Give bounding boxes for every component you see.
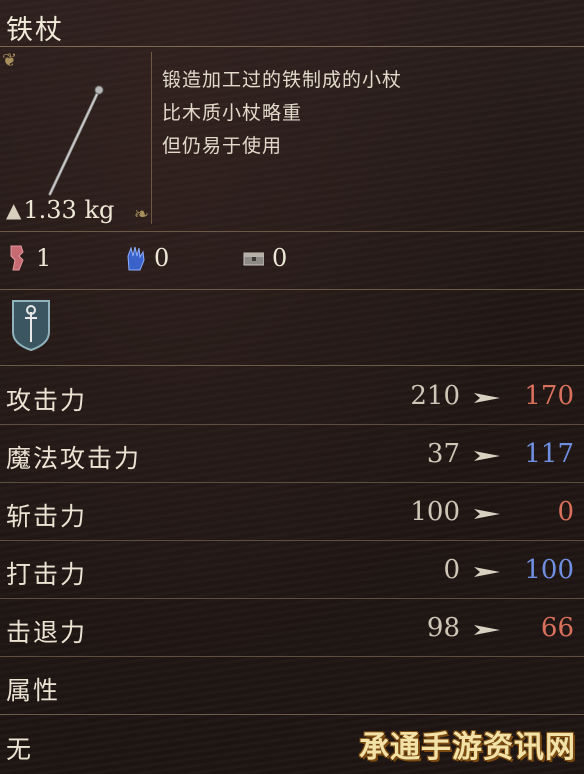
stat-current-value: 100 — [410, 497, 460, 527]
requirement-value: 1 — [36, 244, 52, 272]
attribute-heading: 属性 — [6, 676, 61, 705]
stat-new-value: 117 — [524, 439, 574, 469]
arrow-icon — [474, 567, 500, 577]
weight-readout: ▲ 1.33 kg — [6, 196, 114, 224]
stat-new-value: 0 — [557, 497, 574, 527]
stat-current-value: 98 — [426, 613, 460, 643]
arrow-icon — [474, 393, 500, 403]
divider — [0, 365, 584, 366]
requirement-value: 0 — [154, 244, 170, 272]
stat-current-value: 210 — [410, 381, 460, 411]
arrow-icon — [474, 451, 500, 461]
staff-shield-icon — [12, 300, 50, 352]
stat-new-value: 66 — [540, 613, 574, 643]
requirement-value: 0 — [272, 244, 288, 272]
requirement-other: 0 — [242, 244, 360, 272]
arrow-icon — [474, 625, 500, 635]
strength-icon — [6, 244, 28, 272]
arrow-icon — [474, 509, 500, 519]
attribute-value: 无 — [6, 735, 34, 764]
weight-value: 1.33 kg — [23, 196, 115, 224]
stat-row-slash: 斩击力 100 0 — [0, 483, 584, 541]
divider — [0, 656, 584, 657]
ornament-icon: ❧ — [133, 204, 149, 225]
stat-row-attack: 攻击力 210 170 — [0, 367, 584, 425]
stat-row-magic-attack: 魔法攻击力 37 117 — [0, 425, 584, 483]
requirements-row: 1 0 0 — [6, 244, 360, 272]
stat-row-poise: 击退力 98 66 — [0, 599, 584, 657]
stat-label: 击退力 — [6, 618, 88, 647]
item-description: 锻造加工过的铁制成的小杖 比木质小杖略重 但仍易于使用 — [162, 64, 572, 163]
watermark: 承通手游资讯网 — [359, 730, 576, 765]
requirement-strength: 1 — [6, 244, 124, 272]
stat-label: 打击力 — [6, 560, 88, 589]
intelligence-hand-icon — [124, 244, 146, 272]
stat-current-value: 0 — [443, 555, 460, 585]
divider — [0, 714, 584, 715]
chest-icon — [242, 244, 264, 272]
stat-label: 攻击力 — [6, 386, 88, 415]
description-line: 锻造加工过的铁制成的小杖 — [162, 69, 403, 91]
item-title: 铁杖 — [6, 15, 64, 46]
description-line: 但仍易于使用 — [162, 135, 283, 157]
description-line: 比木质小杖略重 — [162, 102, 303, 124]
stat-label: 魔法攻击力 — [6, 444, 142, 473]
stat-new-value: 170 — [524, 381, 574, 411]
weight-icon: ▲ — [6, 198, 22, 222]
divider — [0, 289, 584, 290]
stat-new-value: 100 — [524, 555, 574, 585]
divider — [0, 46, 584, 47]
stat-row-strike: 打击力 0 100 — [0, 541, 584, 599]
stat-current-value: 37 — [426, 439, 460, 469]
divider — [0, 231, 584, 232]
requirement-intelligence: 0 — [124, 244, 242, 272]
stat-label: 斩击力 — [6, 502, 88, 531]
